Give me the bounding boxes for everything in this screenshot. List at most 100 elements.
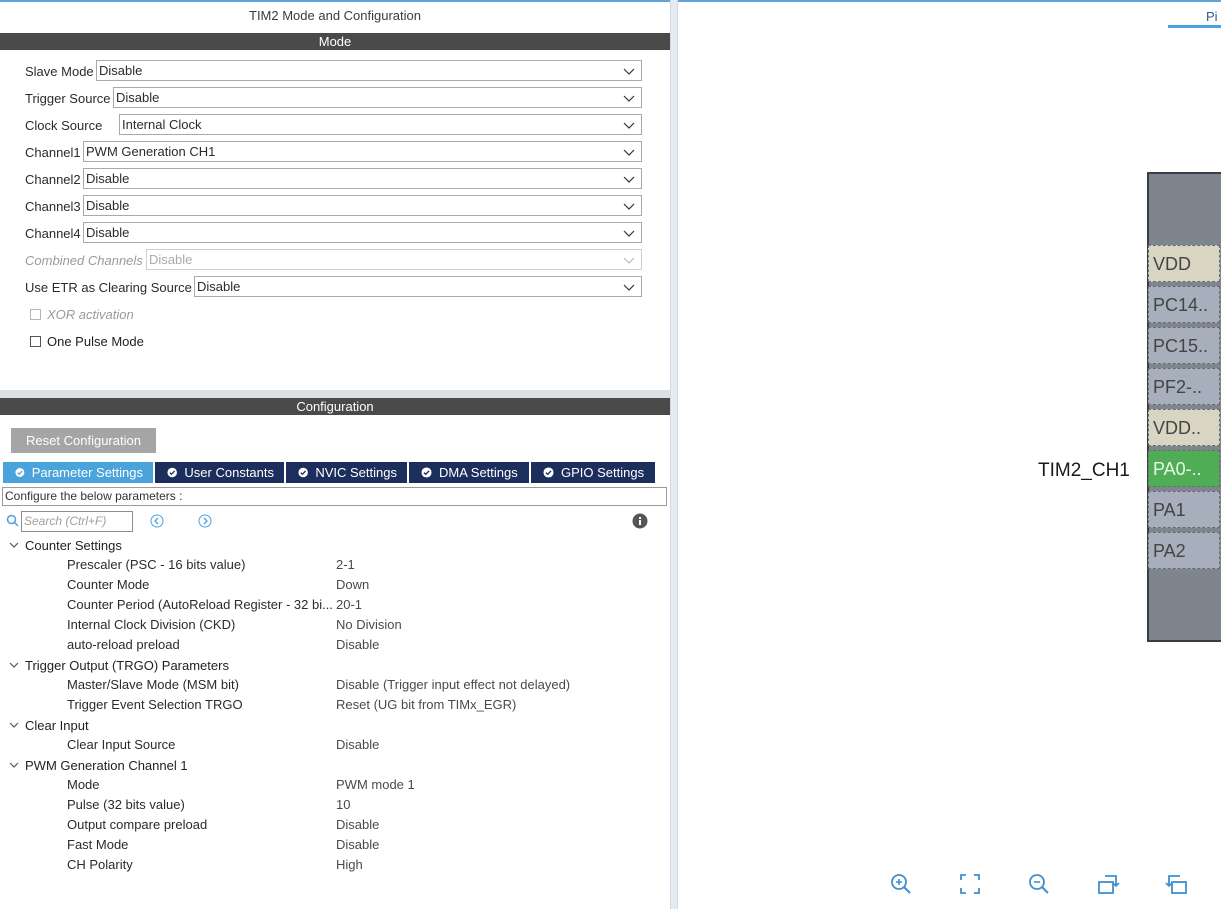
param-value[interactable]: No Division [336, 615, 402, 635]
divider [0, 390, 670, 398]
channel4-row: Channel4 [25, 222, 84, 244]
check-circle-icon [298, 467, 308, 478]
channel4-label: Channel4 [25, 225, 81, 241]
channel1-value: PWM Generation CH1 [86, 144, 216, 159]
previous-icon[interactable] [150, 514, 164, 528]
tab-label: GPIO Settings [561, 465, 645, 480]
tab-label: NVIC Settings [315, 465, 397, 480]
param-name: Output compare preload [67, 817, 208, 832]
chevron-down-icon [623, 176, 635, 183]
tab-gpio-settings[interactable]: GPIO Settings [531, 462, 655, 483]
channel3-select[interactable]: Disable [83, 195, 642, 216]
param-value[interactable]: Disable [336, 835, 379, 855]
tab-label: DMA Settings [439, 465, 518, 480]
search-icon [6, 514, 19, 527]
param-value[interactable]: PWM mode 1 [336, 775, 415, 795]
param-name: Clear Input Source [67, 737, 176, 752]
chevron-down-icon [9, 762, 19, 768]
mode-config-panel: TIM2 Mode and Configuration Mode Slave M… [0, 0, 670, 909]
pin-pc15[interactable]: PC15.. [1148, 327, 1220, 364]
slave-mode-row: Slave Mode [25, 60, 97, 82]
checkbox-box [30, 309, 41, 320]
check-circle-icon [421, 467, 432, 478]
clear-input-group[interactable]: Clear Input [8, 715, 89, 735]
use-etr-label: Use ETR as Clearing Source [25, 279, 192, 295]
configure-description: Configure the below parameters : [2, 487, 667, 506]
tab-label: User Constants [184, 465, 274, 480]
zoom-in-icon[interactable] [889, 872, 913, 896]
clock-source-label: Clock Source [25, 117, 103, 133]
check-circle-icon [167, 467, 177, 478]
param-value[interactable]: Disable [336, 735, 379, 755]
tab-pinout-view[interactable]: Pi [1168, 9, 1221, 29]
channel3-label: Channel3 [25, 198, 81, 214]
group-title: Counter Settings [25, 537, 122, 553]
search-input[interactable]: Search (Ctrl+F) [21, 511, 133, 532]
param-name: Prescaler (PSC - 16 bits value) [67, 557, 246, 572]
info-icon[interactable] [632, 513, 648, 529]
param-value[interactable]: Disable [336, 635, 379, 655]
pin-pa2[interactable]: PA2 [1148, 532, 1220, 569]
channel2-value: Disable [86, 171, 130, 186]
channel1-select[interactable]: PWM Generation CH1 [83, 141, 642, 162]
pin-pa1[interactable]: PA1 [1148, 491, 1220, 528]
param-value[interactable]: Reset (UG bit from TIMx_EGR) [336, 695, 516, 715]
counter-settings-group[interactable]: Counter Settings [8, 535, 122, 555]
trigger-source-select[interactable]: Disable [113, 87, 642, 108]
next-icon[interactable] [198, 514, 212, 528]
xor-activation-label: XOR activation [47, 307, 134, 322]
group-title: Trigger Output (TRGO) Parameters [25, 657, 229, 673]
pin-vdd[interactable]: VDD [1148, 245, 1220, 282]
reset-configuration-button[interactable]: Reset Configuration [11, 428, 156, 453]
param-value[interactable]: 2-1 [336, 555, 355, 575]
zoom-out-icon[interactable] [1027, 872, 1051, 896]
pinout-view: Pi VDD PC14.. PC15.. PF2-.. VDD.. PA0-..… [678, 0, 1221, 909]
param-value[interactable]: Disable (Trigger input effect not delaye… [336, 675, 570, 695]
rotate-right-icon[interactable] [1096, 872, 1120, 896]
clock-source-select[interactable]: Internal Clock [119, 114, 642, 135]
fit-screen-icon[interactable] [958, 872, 982, 896]
chevron-down-icon [623, 122, 635, 129]
channel2-label: Channel2 [25, 171, 81, 187]
pin-pa0[interactable]: PA0-.. [1148, 450, 1220, 487]
chevron-down-icon [9, 662, 19, 668]
use-etr-select[interactable]: Disable [194, 276, 642, 297]
trigger-source-value: Disable [116, 90, 160, 105]
tab-nvic-settings[interactable]: NVIC Settings [286, 462, 409, 483]
channel2-select[interactable]: Disable [83, 168, 642, 189]
one-pulse-mode-label: One Pulse Mode [47, 334, 144, 349]
trgo-parameters-group[interactable]: Trigger Output (TRGO) Parameters [8, 655, 229, 675]
pwm-channel1-group[interactable]: PWM Generation Channel 1 [8, 755, 188, 775]
channel1-row: Channel1 [25, 141, 84, 163]
pin-signal-label: TIM2_CH1 [1038, 460, 1130, 481]
pin-pf2[interactable]: PF2-.. [1148, 368, 1220, 405]
tab-user-constants[interactable]: User Constants [155, 462, 286, 483]
param-value[interactable]: Disable [336, 815, 379, 835]
channel1-label: Channel1 [25, 144, 81, 160]
param-name: auto-reload preload [67, 637, 180, 652]
combined-channels-row: Combined Channels [25, 249, 146, 271]
rotate-left-icon[interactable] [1165, 872, 1189, 896]
param-name: Fast Mode [67, 837, 129, 852]
panel-splitter[interactable] [670, 0, 678, 909]
param-value[interactable]: High [336, 855, 363, 875]
tab-dma-settings[interactable]: DMA Settings [409, 462, 531, 483]
chevron-down-icon [623, 203, 635, 210]
use-etr-row: Use ETR as Clearing Source [25, 276, 195, 298]
xor-activation-checkbox: XOR activation [30, 307, 134, 322]
pin-vdda[interactable]: VDD.. [1148, 409, 1220, 446]
checkbox-box[interactable] [30, 336, 41, 347]
param-value[interactable]: 10 [336, 795, 350, 815]
param-value[interactable]: 20-1 [336, 595, 362, 615]
pin-pc14[interactable]: PC14.. [1148, 286, 1220, 323]
tab-parameter-settings[interactable]: Parameter Settings [3, 462, 155, 483]
chevron-down-icon [9, 542, 19, 548]
one-pulse-mode-checkbox[interactable]: One Pulse Mode [30, 334, 144, 349]
channel3-row: Channel3 [25, 195, 84, 217]
chevron-down-icon [623, 95, 635, 102]
channel2-row: Channel2 [25, 168, 84, 190]
chevron-down-icon [623, 149, 635, 156]
param-value[interactable]: Down [336, 575, 369, 595]
channel4-select[interactable]: Disable [83, 222, 642, 243]
slave-mode-select[interactable]: Disable [96, 60, 642, 81]
